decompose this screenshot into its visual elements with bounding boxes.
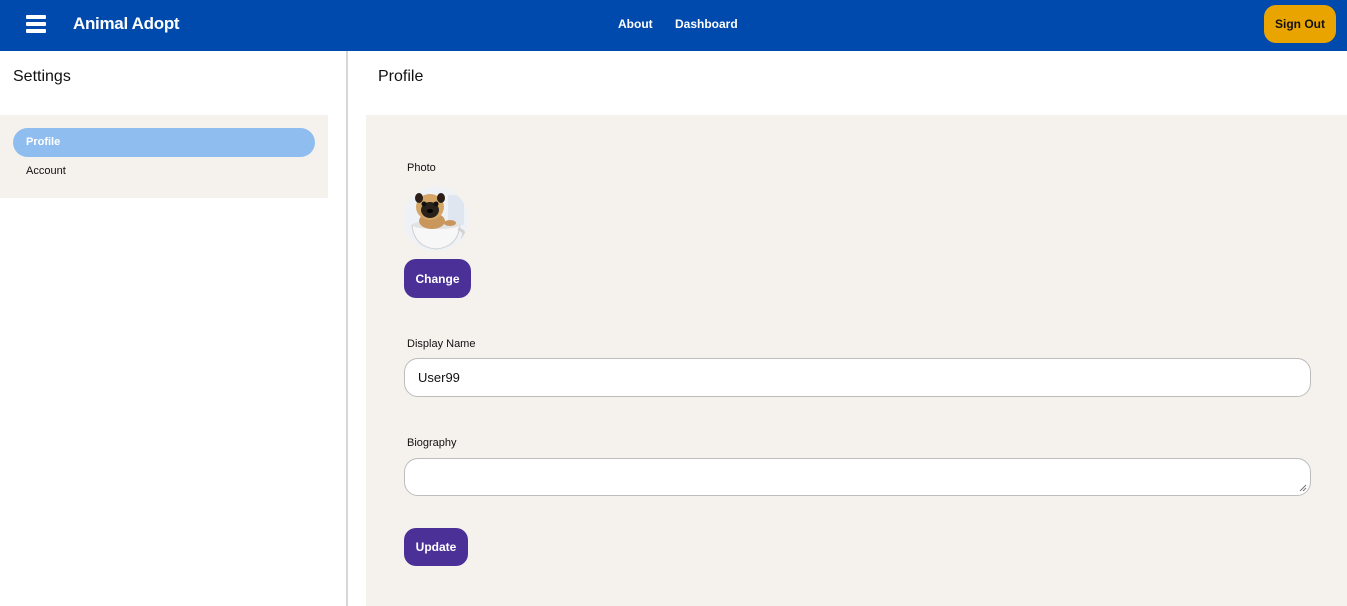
update-button[interactable]: Update: [404, 528, 468, 566]
display-name-input[interactable]: [404, 358, 1311, 397]
nav-dashboard-link[interactable]: Dashboard: [675, 17, 738, 31]
profile-photo-avatar: [404, 187, 468, 251]
brand-title[interactable]: Animal Adopt: [73, 14, 180, 34]
sidebar-menu: Profile Account: [0, 115, 328, 198]
sidebar-item-profile[interactable]: Profile: [13, 128, 315, 157]
resize-grip-icon[interactable]: [1299, 484, 1307, 492]
photo-label: Photo: [407, 162, 436, 174]
page-title: Profile: [378, 68, 424, 85]
top-navbar: Animal Adopt About Dashboard Sign Out: [0, 0, 1347, 51]
profile-form-panel: Photo Change Display Name Biography Upda: [366, 115, 1347, 606]
sidebar-divider[interactable]: [346, 51, 348, 606]
settings-sidebar: Settings Profile Account: [0, 51, 346, 606]
change-photo-button[interactable]: Change: [404, 259, 471, 298]
sidebar-title: Settings: [13, 68, 71, 85]
display-name-label: Display Name: [407, 338, 476, 350]
biography-textarea[interactable]: [404, 458, 1311, 496]
pug-in-teacup-image: [404, 187, 468, 251]
hamburger-menu-icon[interactable]: [26, 15, 46, 33]
sidebar-item-account[interactable]: Account: [13, 157, 315, 186]
biography-label: Biography: [407, 437, 457, 449]
sign-out-button[interactable]: Sign Out: [1264, 5, 1336, 43]
nav-about-link[interactable]: About: [618, 17, 653, 31]
